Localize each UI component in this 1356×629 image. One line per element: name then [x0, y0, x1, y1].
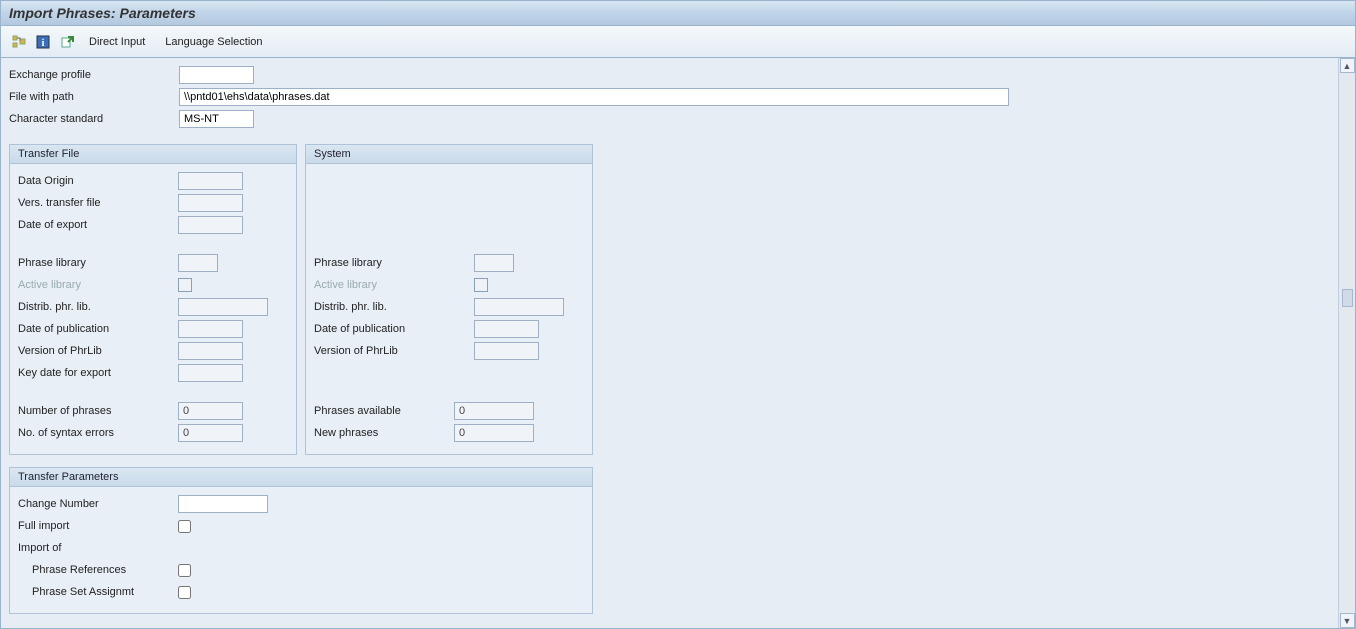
sys-active-library-label: Active library: [314, 279, 474, 291]
tf-active-library-checkbox: [178, 278, 192, 292]
info-icon[interactable]: i: [33, 32, 53, 52]
char-std-input[interactable]: [179, 110, 254, 128]
scroll-grip[interactable]: [1342, 289, 1353, 307]
tf-num-syntax-field: [178, 424, 243, 442]
tf-distrib-field: [178, 298, 268, 316]
exchange-profile-input[interactable]: [179, 66, 254, 84]
full-import-label: Full import: [18, 520, 178, 532]
tf-num-syntax-label: No. of syntax errors: [18, 427, 178, 439]
tf-date-pub-field: [178, 320, 243, 338]
tf-version-phrlib-field: [178, 342, 243, 360]
char-std-label: Character standard: [9, 113, 179, 125]
sys-phrases-avail-label: Phrases available: [314, 405, 454, 417]
tf-distrib-label: Distrib. phr. lib.: [18, 301, 178, 313]
vers-transfer-label: Vers. transfer file: [18, 197, 178, 209]
sys-version-phrlib-field: [474, 342, 539, 360]
tf-num-phrases-field: [178, 402, 243, 420]
vers-transfer-field: [178, 194, 243, 212]
sys-phrase-library-field: [474, 254, 514, 272]
page-title: Import Phrases: Parameters: [9, 5, 196, 21]
full-import-checkbox[interactable]: [178, 520, 191, 533]
scroll-track[interactable]: [1340, 73, 1355, 613]
sys-active-library-checkbox: [474, 278, 488, 292]
exchange-profile-label: Exchange profile: [9, 69, 179, 81]
tf-version-phrlib-label: Version of PhrLib: [18, 345, 178, 357]
scroll-down-arrow[interactable]: ▼: [1340, 613, 1355, 628]
tf-key-date-field: [178, 364, 243, 382]
sys-date-pub-field: [474, 320, 539, 338]
tf-active-library-label: Active library: [18, 279, 178, 291]
transfer-params-title: Transfer Parameters: [10, 468, 592, 487]
tf-phrase-library-field: [178, 254, 218, 272]
header-fields: Exchange profile File with path Characte…: [9, 64, 1330, 130]
sys-new-phrases-label: New phrases: [314, 427, 454, 439]
file-path-input[interactable]: [179, 88, 1009, 106]
transfer-params-group: Transfer Parameters Change Number Full i…: [9, 467, 593, 614]
sys-new-phrases-field: [454, 424, 534, 442]
date-export-field: [178, 216, 243, 234]
sys-date-pub-label: Date of publication: [314, 323, 474, 335]
data-origin-field: [178, 172, 243, 190]
sys-distrib-label: Distrib. phr. lib.: [314, 301, 474, 313]
tf-phrase-library-label: Phrase library: [18, 257, 178, 269]
import-of-label: Import of: [18, 542, 178, 554]
language-selection-button[interactable]: Language Selection: [157, 33, 270, 51]
tree-icon[interactable]: [9, 32, 29, 52]
phrase-refs-checkbox[interactable]: [178, 564, 191, 577]
phrase-set-checkbox[interactable]: [178, 586, 191, 599]
tf-key-date-label: Key date for export: [18, 367, 178, 379]
phrase-refs-label: Phrase References: [18, 564, 178, 576]
vertical-scrollbar[interactable]: ▲ ▼: [1338, 58, 1355, 628]
phrase-set-label: Phrase Set Assignmt: [18, 586, 178, 598]
change-number-label: Change Number: [18, 498, 178, 510]
direct-input-button[interactable]: Direct Input: [81, 33, 153, 51]
data-origin-label: Data Origin: [18, 175, 178, 187]
content-area: Exchange profile File with path Characte…: [1, 58, 1338, 628]
system-title: System: [306, 145, 592, 164]
sys-distrib-field: [474, 298, 564, 316]
sys-version-phrlib-label: Version of PhrLib: [314, 345, 474, 357]
system-group: System Phrase library Active library Dis…: [305, 144, 593, 455]
toolbar: i Direct Input Language Selection: [0, 26, 1356, 58]
transfer-file-group: Transfer File Data Origin Vers. transfer…: [9, 144, 297, 455]
sys-phrases-avail-field: [454, 402, 534, 420]
transfer-file-title: Transfer File: [10, 145, 296, 164]
scroll-up-arrow[interactable]: ▲: [1340, 58, 1355, 73]
svg-text:i: i: [42, 38, 45, 49]
sys-phrase-library-label: Phrase library: [314, 257, 474, 269]
export-icon[interactable]: [57, 32, 77, 52]
date-export-label: Date of export: [18, 219, 178, 231]
change-number-input[interactable]: [178, 495, 268, 513]
tf-num-phrases-label: Number of phrases: [18, 405, 178, 417]
title-bar: Import Phrases: Parameters: [0, 0, 1356, 26]
file-path-label: File with path: [9, 91, 179, 103]
tf-date-pub-label: Date of publication: [18, 323, 178, 335]
